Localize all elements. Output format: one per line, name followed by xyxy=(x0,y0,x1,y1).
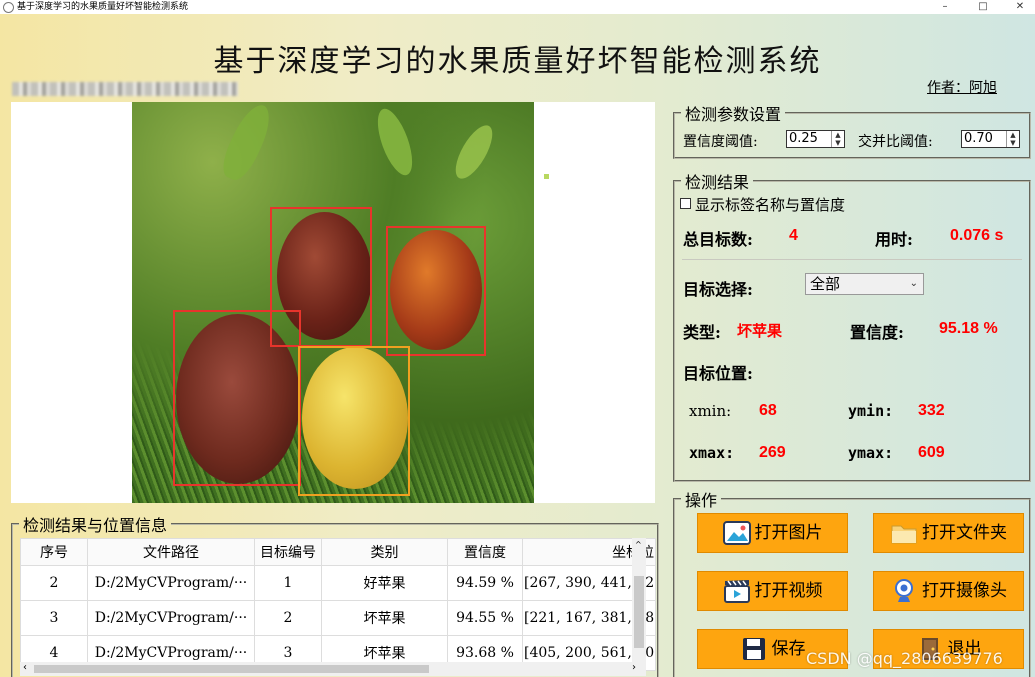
divider xyxy=(682,259,1022,260)
open-camera-button[interactable]: 打开摄像头 xyxy=(873,571,1024,611)
horizontal-scroll-thumb[interactable] xyxy=(34,665,429,673)
total-targets-label: 总目标数: xyxy=(683,230,753,249)
operations-legend: 操作 xyxy=(685,491,718,510)
ymax-value: 609 xyxy=(918,444,945,461)
cell-index[interactable]: 3 xyxy=(20,600,88,636)
type-value: 坏苹果 xyxy=(737,322,783,340)
open-video-label: 打开视频 xyxy=(754,581,823,601)
close-button[interactable]: ✕ xyxy=(1005,0,1035,14)
cell-target-id[interactable]: 2 xyxy=(254,600,322,636)
table-row[interactable]: 2 D:/2MyCVProgram/··· 1 好苹果 94.59 % [267… xyxy=(20,565,657,601)
table-vertical-scrollbar[interactable]: ^ xyxy=(632,538,646,662)
cell-filepath[interactable]: D:/2MyCVProgram/··· xyxy=(87,600,255,636)
folder-icon xyxy=(890,520,918,546)
app-window: 基于深度学习的水果质量好坏智能检测系统 – □ ✕ 基于深度学习的水果质量好坏智… xyxy=(0,0,1035,677)
xmax-label: xmax: xyxy=(689,444,735,462)
app-icon xyxy=(3,2,14,13)
cell-confidence[interactable]: 94.55 % xyxy=(447,600,523,636)
csdn-watermark: CSDN @qq_2806639776 xyxy=(806,649,1003,668)
cell-confidence[interactable]: 94.59 % xyxy=(447,565,523,601)
open-folder-label: 打开文件夹 xyxy=(922,523,1007,543)
detection-photo xyxy=(132,102,534,503)
decorative-dot xyxy=(544,174,549,179)
xmax-value: 269 xyxy=(759,444,786,461)
open-image-label: 打开图片 xyxy=(754,523,823,543)
open-camera-label: 打开摄像头 xyxy=(922,581,1007,601)
title-bar: 基于深度学习的水果质量好坏智能检测系统 – □ ✕ xyxy=(0,0,1035,14)
type-label: 类型: xyxy=(683,323,721,342)
conf-threshold-value: 0.25 xyxy=(789,131,818,146)
leaf-shape xyxy=(448,120,500,184)
col-header-index[interactable]: 序号 xyxy=(20,538,88,566)
iou-threshold-label: 交并比阈值: xyxy=(858,134,933,150)
save-label: 保存 xyxy=(771,639,806,659)
ymin-value: 332 xyxy=(918,402,945,419)
bounding-box-bad-apple xyxy=(173,310,301,486)
confidence-label: 置信度: xyxy=(850,323,904,342)
target-position-label: 目标位置: xyxy=(683,364,753,383)
maximize-button[interactable]: □ xyxy=(968,0,998,14)
xmin-label: xmin: xyxy=(689,402,732,420)
video-icon xyxy=(723,578,751,604)
image-icon xyxy=(722,520,751,546)
target-select-value: 全部 xyxy=(810,275,841,293)
webcam-icon xyxy=(890,578,918,604)
conf-threshold-spinbox[interactable]: 0.25 ▲ ▼ xyxy=(786,130,845,148)
vertical-scroll-thumb[interactable] xyxy=(634,576,644,648)
ymax-label: ymax: xyxy=(848,444,894,462)
results-table: 序号 文件路径 目标编号 类别 置信度 坐标位 2 D:/2MyCVProgra… xyxy=(20,538,657,671)
target-select-label: 目标选择: xyxy=(683,280,753,299)
chevron-down-icon: ⌄ xyxy=(909,278,918,289)
leaf-shape xyxy=(370,104,420,180)
bounding-box-bad-apple xyxy=(386,226,486,356)
col-header-target-id[interactable]: 目标编号 xyxy=(254,538,322,566)
show-label-text: 显示标签名称与置信度 xyxy=(695,196,846,214)
bounding-box-good-apple xyxy=(298,346,410,496)
col-header-filepath[interactable]: 文件路径 xyxy=(87,538,255,566)
iou-threshold-spinbox[interactable]: 0.70 ▲ ▼ xyxy=(961,130,1020,148)
xmin-value: 68 xyxy=(759,402,777,419)
confidence-value: 95.18 % xyxy=(939,320,998,337)
window-title: 基于深度学习的水果质量好坏智能检测系统 xyxy=(17,2,189,12)
cell-index[interactable]: 2 xyxy=(20,565,88,601)
author-label: 作者：阿旭 xyxy=(927,80,997,96)
table-horizontal-scrollbar[interactable]: ‹ › xyxy=(20,662,646,676)
spin-arrows-icon[interactable]: ▲ ▼ xyxy=(1006,131,1019,147)
table-row[interactable]: 3 D:/2MyCVProgram/··· 2 坏苹果 94.55 % [221… xyxy=(20,600,657,636)
cell-target-id[interactable]: 1 xyxy=(254,565,322,601)
cell-class[interactable]: 坏苹果 xyxy=(321,600,448,636)
ymin-label: ymin: xyxy=(848,402,894,420)
checkbox-icon[interactable] xyxy=(680,198,691,209)
image-display-panel xyxy=(11,102,655,503)
detection-results-legend: 检测结果 xyxy=(685,173,750,192)
col-header-class[interactable]: 类别 xyxy=(321,538,448,566)
page-title: 基于深度学习的水果质量好坏智能检测系统 xyxy=(213,44,822,79)
table-header-row: 序号 文件路径 目标编号 类别 置信度 坐标位 xyxy=(20,538,657,566)
open-video-button[interactable]: 打开视频 xyxy=(697,571,848,611)
cell-class[interactable]: 好苹果 xyxy=(321,565,448,601)
scroll-left-icon[interactable]: ‹ xyxy=(23,662,27,673)
total-targets-value: 4 xyxy=(789,227,798,244)
scroll-up-icon[interactable]: ^ xyxy=(635,540,642,549)
time-label: 用时: xyxy=(875,230,913,249)
target-select-dropdown[interactable]: 全部 ⌄ xyxy=(805,273,924,295)
time-value: 0.076 s xyxy=(950,227,1004,244)
open-folder-button[interactable]: 打开文件夹 xyxy=(873,513,1024,553)
blurred-path-label xyxy=(12,82,238,96)
leaf-shape xyxy=(216,102,278,185)
save-icon xyxy=(740,636,768,662)
open-image-button[interactable]: 打开图片 xyxy=(697,513,848,553)
spin-arrows-icon[interactable]: ▲ ▼ xyxy=(831,131,844,147)
detection-params-legend: 检测参数设置 xyxy=(685,105,782,124)
show-label-checkbox[interactable]: 显示标签名称与置信度 xyxy=(680,194,845,215)
cell-filepath[interactable]: D:/2MyCVProgram/··· xyxy=(87,565,255,601)
col-header-confidence[interactable]: 置信度 xyxy=(447,538,523,566)
minimize-button[interactable]: – xyxy=(930,0,960,14)
iou-threshold-value: 0.70 xyxy=(964,131,993,146)
conf-threshold-label: 置信度阈值: xyxy=(683,134,758,150)
results-table-legend: 检测结果与位置信息 xyxy=(23,516,168,535)
scroll-right-icon[interactable]: › xyxy=(632,662,636,673)
